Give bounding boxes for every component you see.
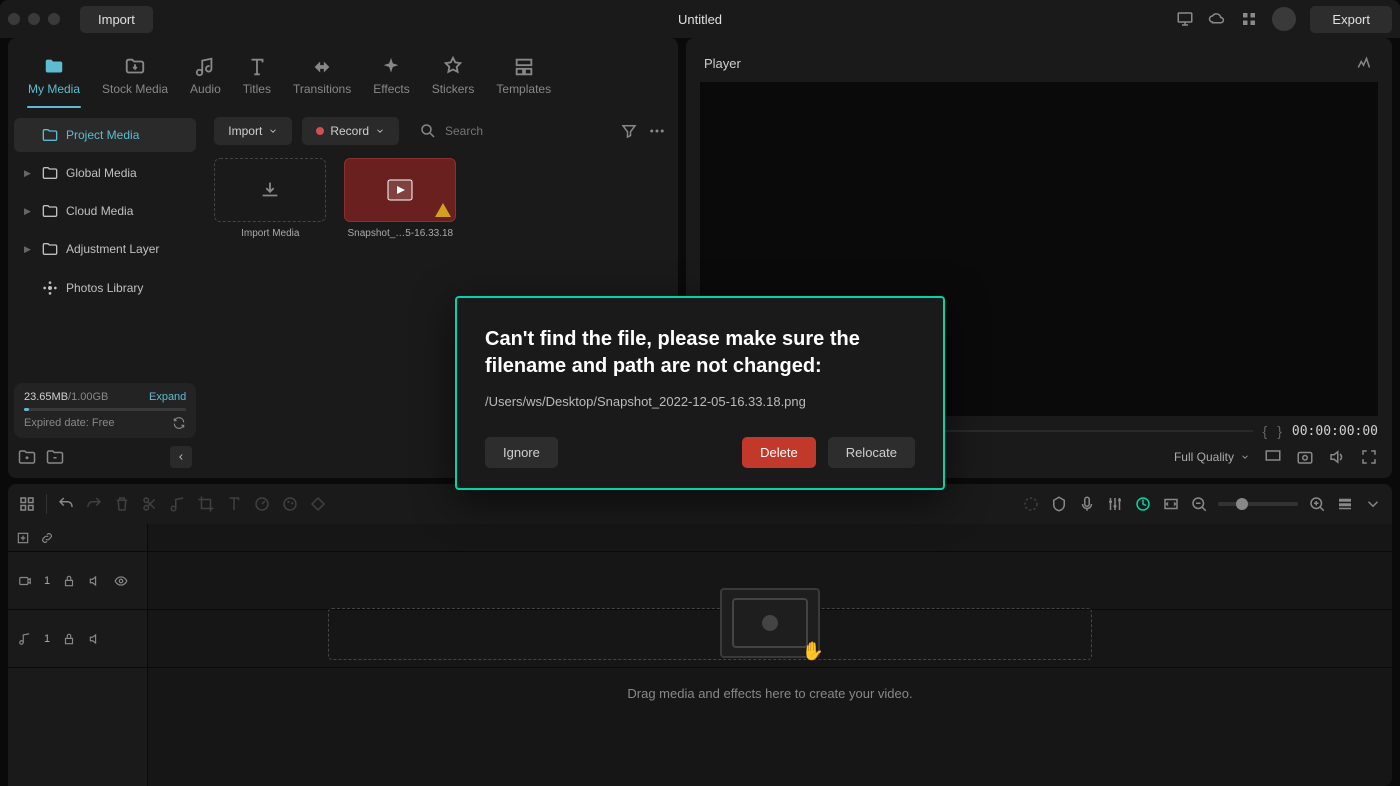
- missing-file-modal: Can't find the file, please make sure th…: [455, 296, 945, 490]
- modal-title: Can't find the file, please make sure th…: [485, 326, 915, 380]
- ignore-button[interactable]: Ignore: [485, 437, 558, 468]
- delete-button[interactable]: Delete: [742, 437, 816, 468]
- relocate-button[interactable]: Relocate: [828, 437, 915, 468]
- modal-overlay: Can't find the file, please make sure th…: [0, 0, 1400, 786]
- modal-file-path: /Users/ws/Desktop/Snapshot_2022-12-05-16…: [485, 394, 915, 409]
- modal-actions: Ignore Delete Relocate: [485, 437, 915, 468]
